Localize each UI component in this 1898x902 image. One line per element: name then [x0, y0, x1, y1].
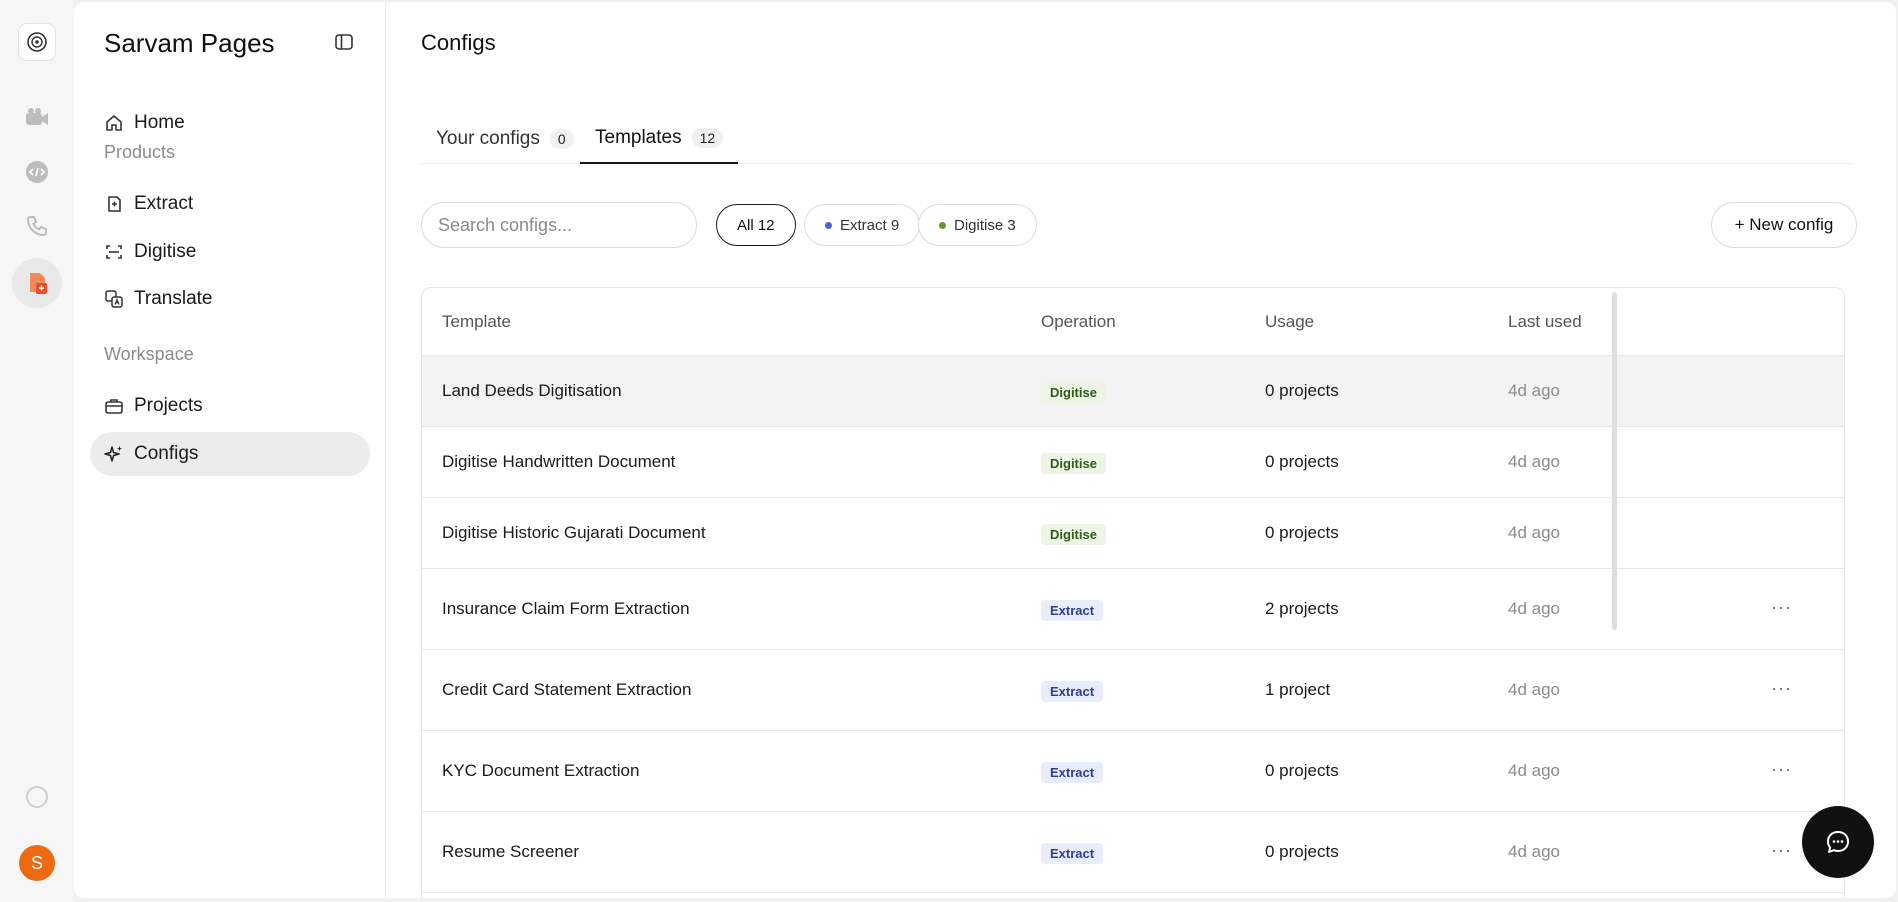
sidebar-item-label: Translate	[134, 288, 213, 309]
operation-badge: Digitise	[1041, 524, 1106, 545]
operation-badge: Extract	[1041, 762, 1104, 783]
templates-table: Template Operation Usage Last used Land …	[421, 287, 1845, 898]
page-title: Configs	[421, 30, 496, 55]
more-options-icon[interactable]: ···	[1771, 840, 1792, 861]
template-name: Insurance Claim Form Extraction	[442, 599, 690, 618]
header-last-used[interactable]: Last used	[1508, 312, 1582, 332]
last-used: 4d ago	[1508, 842, 1560, 861]
filter-label: Digitise 3	[954, 216, 1016, 234]
home-icon	[106, 115, 122, 131]
template-name: Land Deeds Digitisation	[442, 381, 622, 400]
more-options-icon[interactable]: ···	[1771, 597, 1792, 618]
sidebar-item-home[interactable]: Home	[90, 101, 370, 145]
filter-digitise[interactable]: Digitise 3	[918, 204, 1037, 246]
last-used: 4d ago	[1508, 452, 1560, 471]
last-used: 4d ago	[1508, 680, 1560, 699]
more-options-icon[interactable]: ···	[1771, 759, 1792, 780]
template-name: Digitise Handwritten Document	[442, 452, 676, 471]
camera-icon[interactable]	[12, 93, 62, 143]
sidebar-item-extract[interactable]: Extract	[90, 182, 370, 226]
digitise-dot-icon	[939, 221, 946, 229]
chat-bubble-icon	[1827, 831, 1849, 853]
sidebar-item-label: Configs	[134, 443, 199, 464]
status-circle-icon[interactable]	[26, 786, 48, 808]
table-row[interactable]: Digitise Handwritten Document Digitise 0…	[422, 427, 1844, 498]
filter-extract[interactable]: Extract 9	[804, 204, 921, 246]
sidebar-item-configs[interactable]: Configs	[90, 432, 370, 476]
tab-label: Your configs	[436, 128, 540, 149]
tab-your-configs[interactable]: Your configs 0	[421, 114, 589, 164]
usage-count: 0 projects	[1265, 761, 1339, 780]
table-row[interactable]: Resume Screener Extract 0 projects 4d ag…	[422, 812, 1844, 893]
table-header: Template Operation Usage Last used	[422, 288, 1844, 356]
table-row[interactable]: Credit Card Statement Extraction Extract…	[422, 650, 1844, 731]
header-template[interactable]: Template	[442, 312, 511, 332]
last-used: 4d ago	[1508, 381, 1560, 400]
app-card: Sarvam Pages Home Products Extract Digit…	[74, 2, 1896, 898]
products-section-label: Products	[104, 142, 176, 162]
usage-count: 0 projects	[1265, 523, 1339, 542]
icon-rail: S	[0, 0, 74, 902]
table-row[interactable]: Insurance Claim Form Extraction Extract …	[422, 569, 1844, 650]
last-used: 4d ago	[1508, 523, 1560, 542]
sidebar-item-label: Extract	[134, 193, 194, 214]
sarvam-logo-icon[interactable]	[18, 23, 56, 61]
sidebar-item-label: Projects	[134, 395, 203, 416]
template-name: Digitise Historic Gujarati Document	[442, 523, 706, 542]
new-config-button[interactable]: + New config	[1711, 202, 1857, 248]
code-icon[interactable]	[12, 147, 62, 197]
template-name: Credit Card Statement Extraction	[442, 680, 692, 699]
tab-label: Templates	[595, 127, 682, 148]
table-row[interactable]: Digitise Historic Gujarati Document Digi…	[422, 498, 1844, 569]
tab-count: 12	[691, 128, 724, 148]
sidebar-item-digitise[interactable]: Digitise	[90, 230, 370, 274]
sidebar-item-translate[interactable]: Translate	[90, 277, 370, 321]
tab-count: 0	[549, 129, 574, 149]
table-row[interactable]: Land Deeds Digitisation Digitise 0 proje…	[422, 356, 1844, 427]
operation-badge: Digitise	[1041, 453, 1106, 474]
last-used: 4d ago	[1508, 761, 1560, 780]
brand-title: Sarvam Pages	[104, 28, 275, 58]
more-options-icon[interactable]: ···	[1771, 678, 1792, 699]
tab-bar: Your configs 0 Templates 12	[421, 114, 1853, 164]
usage-count: 2 projects	[1265, 599, 1339, 618]
usage-count: 0 projects	[1265, 381, 1339, 400]
tab-templates[interactable]: Templates 12	[580, 114, 739, 164]
extract-dot-icon	[825, 221, 832, 229]
sparkle-icon	[104, 446, 122, 462]
search-input[interactable]	[421, 202, 697, 248]
operation-badge: Digitise	[1041, 382, 1106, 403]
main-content: Configs Your configs 0 Templates 12 All …	[386, 2, 1896, 898]
sidebar-item-label: Digitise	[134, 241, 197, 262]
sidebar-toggle-icon[interactable]	[334, 32, 354, 52]
workspace-section-label: Workspace	[104, 344, 194, 364]
table-row[interactable]: KYC Document Extraction Extract 0 projec…	[422, 731, 1844, 812]
phone-icon[interactable]	[12, 201, 62, 251]
chat-button[interactable]	[1802, 806, 1874, 878]
operation-badge: Extract	[1041, 681, 1104, 702]
side-panel: Sarvam Pages Home Products Extract Digit…	[74, 2, 386, 898]
sidebar-item-projects[interactable]: Projects	[90, 384, 370, 428]
usage-count: 1 project	[1265, 680, 1331, 699]
header-operation[interactable]: Operation	[1041, 312, 1116, 332]
pages-icon[interactable]	[12, 258, 62, 308]
sidebar-item-label: Home	[134, 112, 185, 133]
operation-badge: Extract	[1041, 843, 1104, 864]
filter-all[interactable]: All 12	[716, 204, 796, 246]
translate-icon	[105, 290, 123, 308]
header-usage[interactable]: Usage	[1265, 312, 1314, 332]
briefcase-icon	[105, 399, 123, 414]
filter-label: All 12	[737, 216, 775, 234]
table-scrollbar[interactable]	[1612, 292, 1617, 630]
extract-icon	[108, 196, 121, 212]
template-name: Resume Screener	[442, 842, 580, 861]
avatar[interactable]: S	[19, 845, 55, 881]
digitise-icon	[106, 245, 122, 259]
usage-count: 0 projects	[1265, 452, 1339, 471]
filter-label: Extract 9	[840, 216, 900, 234]
usage-count: 0 projects	[1265, 842, 1339, 861]
template-name: KYC Document Extraction	[442, 761, 640, 780]
last-used: 4d ago	[1508, 599, 1560, 618]
operation-badge: Extract	[1041, 600, 1104, 621]
